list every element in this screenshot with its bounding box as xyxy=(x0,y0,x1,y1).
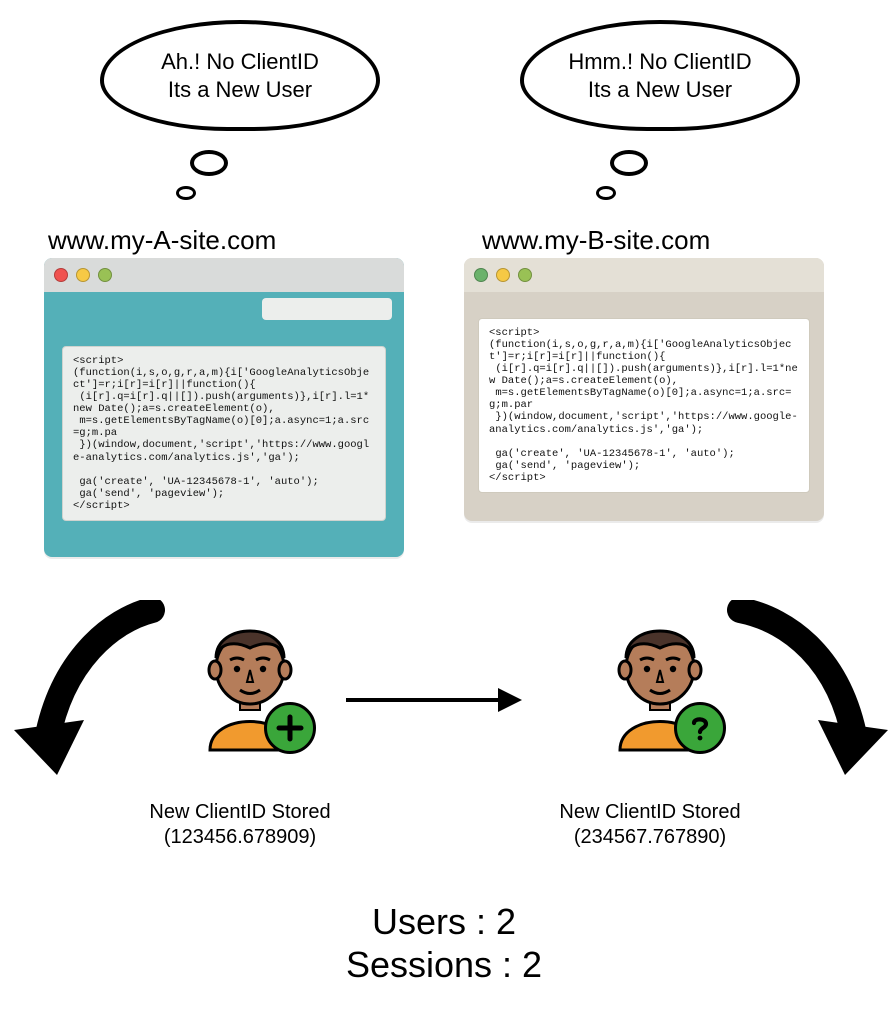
thought-line1: Hmm.! No ClientID xyxy=(550,48,770,76)
browser-window-a: <script> (function(i,s,o,g,r,a,m){i['Goo… xyxy=(44,258,404,557)
thought-bubble-b: Hmm.! No ClientID Its a New User xyxy=(520,20,800,131)
ga-code-snippet-b: <script> (function(i,s,o,g,r,a,m){i['Goo… xyxy=(478,318,810,493)
curved-arrow-left-icon xyxy=(2,600,202,780)
traffic-light-max-icon xyxy=(98,268,112,282)
thought-line2: Its a New User xyxy=(130,76,350,104)
thought-tail-icon xyxy=(596,186,616,200)
thought-line2: Its a New User xyxy=(550,76,770,104)
thought-cloud: Ah.! No ClientID Its a New User xyxy=(100,20,380,131)
clientid-caption-a: New ClientID Stored (123456.678909) xyxy=(110,800,370,850)
browser-content: <script> (function(i,s,o,g,r,a,m){i['Goo… xyxy=(464,304,824,507)
thought-bubble-a: Ah.! No ClientID Its a New User xyxy=(100,20,380,131)
question-badge-icon xyxy=(674,702,726,754)
site-url-a: www.my-A-site.com xyxy=(48,225,276,256)
thought-tail-icon xyxy=(176,186,196,200)
caption-line2: (123456.678909) xyxy=(110,825,370,850)
traffic-light-close-icon xyxy=(54,268,68,282)
diagram-stage: Ah.! No ClientID Its a New User Hmm.! No… xyxy=(0,0,888,1024)
plus-badge-icon xyxy=(264,702,316,754)
caption-line2: (234567.767890) xyxy=(520,825,780,850)
curved-arrow-right-icon xyxy=(700,600,888,780)
browser-titlebar xyxy=(44,258,404,292)
ga-code-snippet-a: <script> (function(i,s,o,g,r,a,m){i['Goo… xyxy=(62,346,386,521)
browser-titlebar xyxy=(464,258,824,292)
traffic-light-close-icon xyxy=(474,268,488,282)
caption-line1: New ClientID Stored xyxy=(520,800,780,825)
browser-window-b: <script> (function(i,s,o,g,r,a,m){i['Goo… xyxy=(464,258,824,521)
thought-tail-icon xyxy=(190,150,228,176)
search-box-icon xyxy=(262,298,392,320)
browser-toolbar xyxy=(44,292,404,328)
summary-block: Users : 2 Sessions : 2 xyxy=(0,900,888,986)
summary-users: Users : 2 xyxy=(0,900,888,943)
traffic-light-min-icon xyxy=(496,268,510,282)
user-avatar-a xyxy=(190,612,310,752)
straight-arrow-icon xyxy=(338,670,528,730)
site-url-b: www.my-B-site.com xyxy=(482,225,710,256)
user-avatar-b xyxy=(600,612,720,752)
summary-sessions: Sessions : 2 xyxy=(0,943,888,986)
thought-cloud: Hmm.! No ClientID Its a New User xyxy=(520,20,800,131)
thought-tail-icon xyxy=(610,150,648,176)
clientid-caption-b: New ClientID Stored (234567.767890) xyxy=(520,800,780,850)
traffic-light-max-icon xyxy=(518,268,532,282)
thought-line1: Ah.! No ClientID xyxy=(130,48,350,76)
browser-toolbar xyxy=(464,292,824,304)
caption-line1: New ClientID Stored xyxy=(110,800,370,825)
browser-content: <script> (function(i,s,o,g,r,a,m){i['Goo… xyxy=(44,328,404,539)
traffic-light-min-icon xyxy=(76,268,90,282)
